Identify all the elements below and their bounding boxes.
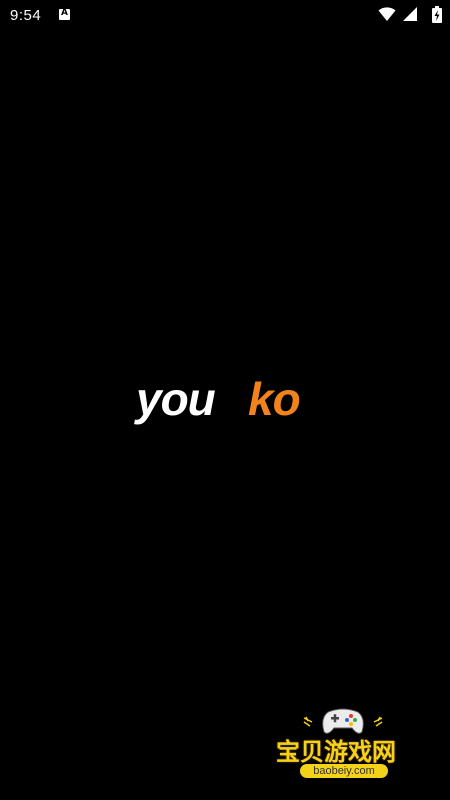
watermark: 宝贝游戏网 baobeiy.com — [272, 704, 422, 796]
watermark-title: 宝贝游戏网 — [276, 738, 396, 766]
youko-logo: you ko — [136, 372, 320, 428]
logo-text-ko: ko — [248, 373, 301, 425]
signal-icon — [403, 7, 417, 21]
sparkle-left-icon — [303, 716, 313, 727]
sparkle-right-icon — [373, 716, 383, 727]
status-bar: 9:54 A — [0, 0, 450, 32]
logo-text-you: you — [136, 373, 216, 425]
notification-icon-letter: A — [61, 8, 68, 18]
notification-icon: A — [59, 8, 70, 20]
battery-charging-icon — [432, 6, 442, 23]
watermark-url: baobeiy.com — [300, 764, 388, 778]
status-time: 9:54 — [10, 7, 42, 24]
wifi-icon — [378, 7, 396, 21]
